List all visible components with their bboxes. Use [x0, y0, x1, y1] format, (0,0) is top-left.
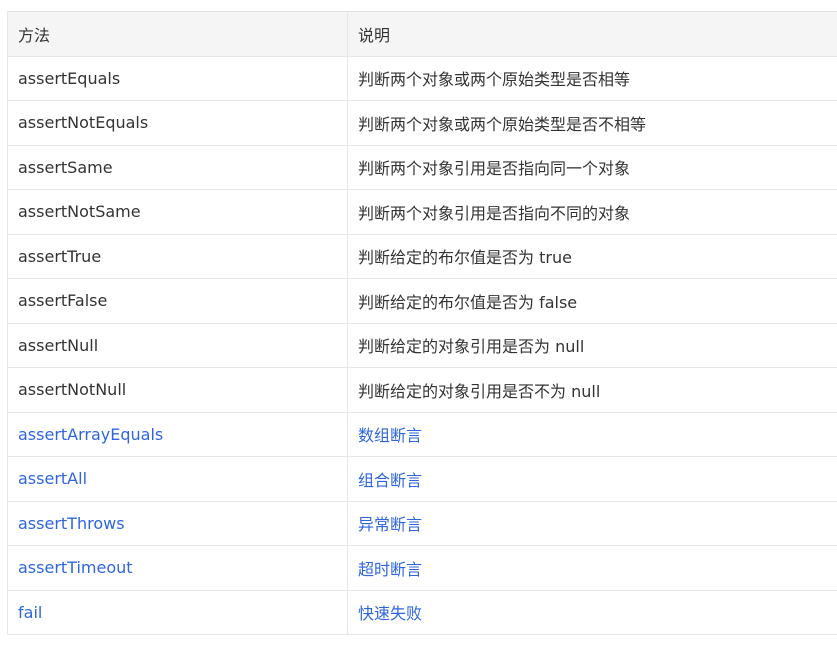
method-link-fail[interactable]: fail: [18, 603, 42, 622]
header-method: 方法: [7, 11, 348, 57]
method-link-cell: assertThrows: [7, 500, 348, 546]
table-body: assertEquals 判断两个对象或两个原始类型是否相等 assertNot…: [7, 55, 837, 635]
description-cell: 判断给定的布尔值是否为 false: [347, 278, 837, 324]
description-link-fast-fail[interactable]: 快速失败: [358, 604, 422, 623]
description-link-timeout-assertion[interactable]: 超时断言: [358, 560, 422, 579]
table-row: assertAll 组合断言: [7, 456, 837, 502]
table-row: assertThrows 异常断言: [7, 500, 837, 546]
table-row: assertNull 判断给定的对象引用是否为 null: [7, 322, 837, 368]
method-link-cell: assertAll: [7, 456, 348, 502]
method-cell: assertNotEquals: [7, 100, 348, 146]
description-link-cell: 数组断言: [347, 411, 837, 457]
method-cell: assertEquals: [7, 55, 348, 101]
table-row: assertNotEquals 判断两个对象或两个原始类型是否不相等: [7, 100, 837, 146]
description-link-combined-assertion[interactable]: 组合断言: [358, 471, 422, 490]
table-row: assertNotSame 判断两个对象引用是否指向不同的对象: [7, 189, 837, 235]
description-link-cell: 快速失败: [347, 589, 837, 635]
method-cell: assertNull: [7, 322, 348, 368]
table-row: assertTimeout 超时断言: [7, 545, 837, 591]
description-cell: 判断给定的对象引用是否不为 null: [347, 367, 837, 413]
table-row: assertTrue 判断给定的布尔值是否为 true: [7, 233, 837, 279]
description-cell: 判断两个对象或两个原始类型是否不相等: [347, 100, 837, 146]
method-link-assertarrayequals[interactable]: assertArrayEquals: [18, 425, 163, 444]
table-row: assertArrayEquals 数组断言: [7, 411, 837, 457]
table-row: assertFalse 判断给定的布尔值是否为 false: [7, 278, 837, 324]
description-link-cell: 异常断言: [347, 500, 837, 546]
table-row: assertNotNull 判断给定的对象引用是否不为 null: [7, 367, 837, 413]
description-cell: 判断两个对象引用是否指向不同的对象: [347, 189, 837, 235]
method-link-asserttimeout[interactable]: assertTimeout: [18, 558, 133, 577]
method-link-assertthrows[interactable]: assertThrows: [18, 514, 125, 533]
description-link-exception-assertion[interactable]: 异常断言: [358, 515, 422, 534]
table-row: assertSame 判断两个对象引用是否指向同一个对象: [7, 144, 837, 190]
method-cell: assertNotNull: [7, 367, 348, 413]
description-link-array-assertion[interactable]: 数组断言: [358, 426, 422, 445]
method-link-cell: assertArrayEquals: [7, 411, 348, 457]
description-cell: 判断给定的布尔值是否为 true: [347, 233, 837, 279]
assertion-methods-table: 方法 说明 assertEquals 判断两个对象或两个原始类型是否相等 ass…: [7, 11, 837, 635]
method-link-assertall[interactable]: assertAll: [18, 469, 87, 488]
table-header: 方法 说明: [7, 11, 837, 57]
method-cell: assertSame: [7, 144, 348, 190]
description-link-cell: 超时断言: [347, 545, 837, 591]
description-cell: 判断给定的对象引用是否为 null: [347, 322, 837, 368]
header-description: 说明: [347, 11, 837, 57]
description-cell: 判断两个对象引用是否指向同一个对象: [347, 144, 837, 190]
table-header-row: 方法 说明: [7, 11, 837, 57]
description-link-cell: 组合断言: [347, 456, 837, 502]
method-cell: assertFalse: [7, 278, 348, 324]
table-row: fail 快速失败: [7, 589, 837, 635]
method-cell: assertTrue: [7, 233, 348, 279]
method-link-cell: assertTimeout: [7, 545, 348, 591]
method-cell: assertNotSame: [7, 189, 348, 235]
method-link-cell: fail: [7, 589, 348, 635]
table-row: assertEquals 判断两个对象或两个原始类型是否相等: [7, 55, 837, 101]
description-cell: 判断两个对象或两个原始类型是否相等: [347, 55, 837, 101]
